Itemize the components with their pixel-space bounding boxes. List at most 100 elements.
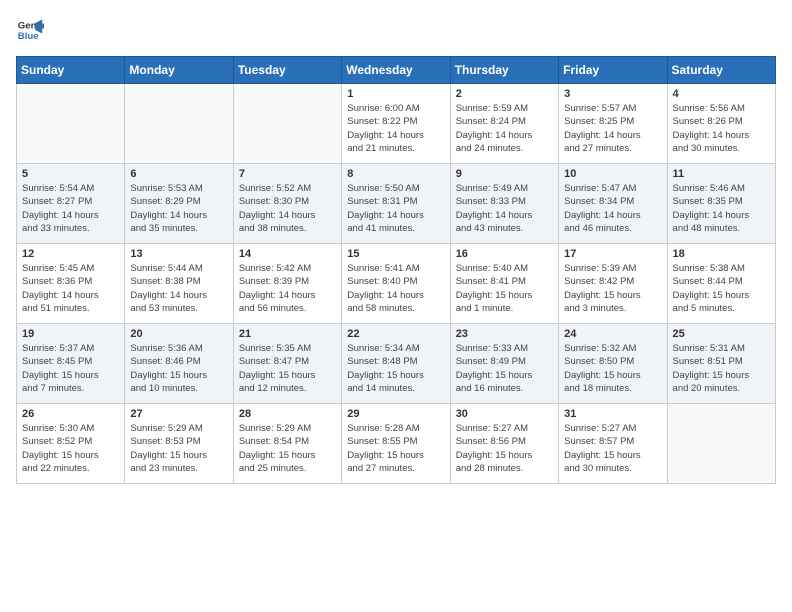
calendar-cell: 29 Sunrise: 5:28 AM Sunset: 8:55 PM Dayli… bbox=[342, 404, 450, 484]
calendar-cell: 24 Sunrise: 5:32 AM Sunset: 8:50 PM Dayli… bbox=[559, 324, 667, 404]
calendar-cell: 4 Sunrise: 5:56 AM Sunset: 8:26 PM Daylig… bbox=[667, 84, 775, 164]
calendar-cell: 19Sunrise: 5:37 AM Sunset: 8:45 PM Dayli… bbox=[17, 324, 125, 404]
day-info: Sunrise: 5:29 AM Sunset: 8:54 PM Dayligh… bbox=[239, 422, 336, 475]
calendar-body: 1 Sunrise: 6:00 AM Sunset: 8:22 PM Daylig… bbox=[17, 84, 776, 484]
day-info: Sunrise: 6:00 AM Sunset: 8:22 PM Dayligh… bbox=[347, 102, 444, 155]
calendar-cell bbox=[125, 84, 233, 164]
calendar-cell bbox=[17, 84, 125, 164]
day-info: Sunrise: 5:42 AM Sunset: 8:39 PM Dayligh… bbox=[239, 262, 336, 315]
day-number: 7 bbox=[239, 168, 336, 180]
day-info: Sunrise: 5:52 AM Sunset: 8:30 PM Dayligh… bbox=[239, 182, 336, 235]
day-info: Sunrise: 5:47 AM Sunset: 8:34 PM Dayligh… bbox=[564, 182, 661, 235]
calendar-cell: 26Sunrise: 5:30 AM Sunset: 8:52 PM Dayli… bbox=[17, 404, 125, 484]
week-row-1: 5 Sunrise: 5:54 AM Sunset: 8:27 PM Daylig… bbox=[17, 164, 776, 244]
day-info: Sunrise: 5:39 AM Sunset: 8:42 PM Dayligh… bbox=[564, 262, 661, 315]
calendar-cell: 23 Sunrise: 5:33 AM Sunset: 8:49 PM Dayli… bbox=[450, 324, 558, 404]
day-number: 11 bbox=[673, 168, 770, 180]
header-saturday: Saturday bbox=[667, 57, 775, 84]
calendar-table: SundayMondayTuesdayWednesdayThursdayFrid… bbox=[16, 56, 776, 484]
day-number: 24 bbox=[564, 328, 661, 340]
header-friday: Friday bbox=[559, 57, 667, 84]
day-number: 21 bbox=[239, 328, 336, 340]
header-thursday: Thursday bbox=[450, 57, 558, 84]
calendar-cell bbox=[233, 84, 341, 164]
day-info: Sunrise: 5:27 AM Sunset: 8:57 PM Dayligh… bbox=[564, 422, 661, 475]
header-wednesday: Wednesday bbox=[342, 57, 450, 84]
day-number: 1 bbox=[347, 88, 444, 100]
calendar-cell: 18Sunrise: 5:38 AM Sunset: 8:44 PM Dayli… bbox=[667, 244, 775, 324]
day-number: 17 bbox=[564, 248, 661, 260]
calendar-cell bbox=[667, 404, 775, 484]
week-row-2: 12 Sunrise: 5:45 AM Sunset: 8:36 PM Dayli… bbox=[17, 244, 776, 324]
day-info: Sunrise: 5:38 AM Sunset: 8:44 PM Dayligh… bbox=[673, 262, 770, 315]
calendar-cell: 1 Sunrise: 6:00 AM Sunset: 8:22 PM Daylig… bbox=[342, 84, 450, 164]
calendar-cell: 27 Sunrise: 5:29 AM Sunset: 8:53 PM Dayli… bbox=[125, 404, 233, 484]
day-number: 28 bbox=[239, 408, 336, 420]
calendar-cell: 21 Sunrise: 5:35 AM Sunset: 8:47 PM Dayli… bbox=[233, 324, 341, 404]
calendar-cell: 17 Sunrise: 5:39 AM Sunset: 8:42 PM Dayli… bbox=[559, 244, 667, 324]
day-number: 29 bbox=[347, 408, 444, 420]
day-info: Sunrise: 5:32 AM Sunset: 8:50 PM Dayligh… bbox=[564, 342, 661, 395]
day-number: 5 bbox=[22, 168, 119, 180]
day-number: 9 bbox=[456, 168, 553, 180]
day-number: 14 bbox=[239, 248, 336, 260]
day-number: 8 bbox=[347, 168, 444, 180]
calendar-cell: 9 Sunrise: 5:49 AM Sunset: 8:33 PM Daylig… bbox=[450, 164, 558, 244]
day-info: Sunrise: 5:28 AM Sunset: 8:55 PM Dayligh… bbox=[347, 422, 444, 475]
day-number: 30 bbox=[456, 408, 553, 420]
day-info: Sunrise: 5:44 AM Sunset: 8:38 PM Dayligh… bbox=[130, 262, 227, 315]
day-info: Sunrise: 5:35 AM Sunset: 8:47 PM Dayligh… bbox=[239, 342, 336, 395]
day-info: Sunrise: 5:54 AM Sunset: 8:27 PM Dayligh… bbox=[22, 182, 119, 235]
calendar-cell: 16 Sunrise: 5:40 AM Sunset: 8:41 PM Dayli… bbox=[450, 244, 558, 324]
day-number: 12 bbox=[22, 248, 119, 260]
header-monday: Monday bbox=[125, 57, 233, 84]
day-info: Sunrise: 5:59 AM Sunset: 8:24 PM Dayligh… bbox=[456, 102, 553, 155]
day-info: Sunrise: 5:53 AM Sunset: 8:29 PM Dayligh… bbox=[130, 182, 227, 235]
calendar-cell: 20Sunrise: 5:36 AM Sunset: 8:46 PM Dayli… bbox=[125, 324, 233, 404]
day-number: 10 bbox=[564, 168, 661, 180]
day-info: Sunrise: 5:57 AM Sunset: 8:25 PM Dayligh… bbox=[564, 102, 661, 155]
calendar-cell: 8Sunrise: 5:50 AM Sunset: 8:31 PM Daylig… bbox=[342, 164, 450, 244]
calendar-cell: 13Sunrise: 5:44 AM Sunset: 8:38 PM Dayli… bbox=[125, 244, 233, 324]
calendar-cell: 15Sunrise: 5:41 AM Sunset: 8:40 PM Dayli… bbox=[342, 244, 450, 324]
day-number: 27 bbox=[130, 408, 227, 420]
day-info: Sunrise: 5:29 AM Sunset: 8:53 PM Dayligh… bbox=[130, 422, 227, 475]
calendar-cell: 6 Sunrise: 5:53 AM Sunset: 8:29 PM Daylig… bbox=[125, 164, 233, 244]
day-number: 20 bbox=[130, 328, 227, 340]
calendar-cell: 11Sunrise: 5:46 AM Sunset: 8:35 PM Dayli… bbox=[667, 164, 775, 244]
day-number: 31 bbox=[564, 408, 661, 420]
calendar-cell: 3Sunrise: 5:57 AM Sunset: 8:25 PM Daylig… bbox=[559, 84, 667, 164]
day-number: 6 bbox=[130, 168, 227, 180]
day-info: Sunrise: 5:49 AM Sunset: 8:33 PM Dayligh… bbox=[456, 182, 553, 235]
day-number: 2 bbox=[456, 88, 553, 100]
day-number: 4 bbox=[673, 88, 770, 100]
week-row-4: 26Sunrise: 5:30 AM Sunset: 8:52 PM Dayli… bbox=[17, 404, 776, 484]
header-sunday: Sunday bbox=[17, 57, 125, 84]
calendar-cell: 30Sunrise: 5:27 AM Sunset: 8:56 PM Dayli… bbox=[450, 404, 558, 484]
day-info: Sunrise: 5:56 AM Sunset: 8:26 PM Dayligh… bbox=[673, 102, 770, 155]
calendar-cell: 10 Sunrise: 5:47 AM Sunset: 8:34 PM Dayli… bbox=[559, 164, 667, 244]
day-number: 23 bbox=[456, 328, 553, 340]
day-info: Sunrise: 5:34 AM Sunset: 8:48 PM Dayligh… bbox=[347, 342, 444, 395]
day-info: Sunrise: 5:40 AM Sunset: 8:41 PM Dayligh… bbox=[456, 262, 553, 315]
calendar-cell: 12 Sunrise: 5:45 AM Sunset: 8:36 PM Dayli… bbox=[17, 244, 125, 324]
calendar-cell: 5 Sunrise: 5:54 AM Sunset: 8:27 PM Daylig… bbox=[17, 164, 125, 244]
calendar-cell: 7 Sunrise: 5:52 AM Sunset: 8:30 PM Daylig… bbox=[233, 164, 341, 244]
header-tuesday: Tuesday bbox=[233, 57, 341, 84]
day-number: 15 bbox=[347, 248, 444, 260]
day-number: 22 bbox=[347, 328, 444, 340]
calendar-header-row: SundayMondayTuesdayWednesdayThursdayFrid… bbox=[17, 57, 776, 84]
calendar-cell: 14 Sunrise: 5:42 AM Sunset: 8:39 PM Dayli… bbox=[233, 244, 341, 324]
svg-text:Blue: Blue bbox=[18, 31, 39, 42]
calendar-cell: 31 Sunrise: 5:27 AM Sunset: 8:57 PM Dayli… bbox=[559, 404, 667, 484]
day-info: Sunrise: 5:45 AM Sunset: 8:36 PM Dayligh… bbox=[22, 262, 119, 315]
day-number: 25 bbox=[673, 328, 770, 340]
week-row-3: 19Sunrise: 5:37 AM Sunset: 8:45 PM Dayli… bbox=[17, 324, 776, 404]
day-number: 16 bbox=[456, 248, 553, 260]
week-row-0: 1 Sunrise: 6:00 AM Sunset: 8:22 PM Daylig… bbox=[17, 84, 776, 164]
day-info: Sunrise: 5:33 AM Sunset: 8:49 PM Dayligh… bbox=[456, 342, 553, 395]
calendar-cell: 22 Sunrise: 5:34 AM Sunset: 8:48 PM Dayli… bbox=[342, 324, 450, 404]
calendar-cell: 25Sunrise: 5:31 AM Sunset: 8:51 PM Dayli… bbox=[667, 324, 775, 404]
day-number: 26 bbox=[22, 408, 119, 420]
calendar-cell: 2 Sunrise: 5:59 AM Sunset: 8:24 PM Daylig… bbox=[450, 84, 558, 164]
